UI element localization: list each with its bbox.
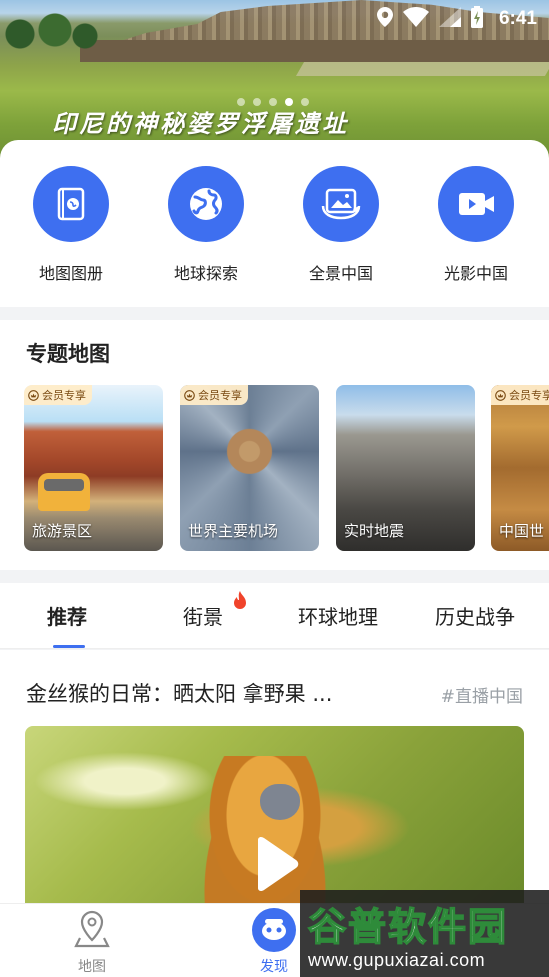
wifi-icon <box>402 7 429 31</box>
quick-action-label: 全景中国 <box>308 264 373 283</box>
crown-icon <box>495 389 506 401</box>
banner-path <box>295 62 549 76</box>
vip-badge-text: 会员专享 <box>42 389 86 402</box>
status-bar: 6:41 <box>376 6 537 32</box>
quick-action-label: 地图图册 <box>38 264 103 283</box>
nav-label: 地图 <box>78 959 106 975</box>
hot-fire-icon <box>232 591 248 615</box>
watermark-logo: 谷普软件园 <box>307 904 509 950</box>
section-title: 专题地图 <box>26 342 110 366</box>
feed-tag[interactable]: #直播中国 <box>441 682 523 707</box>
topic-card-china-heritage[interactable]: 会员专享 中国世 <box>491 385 549 551</box>
quick-action-circle <box>438 166 514 242</box>
atlas-book-icon <box>57 187 85 221</box>
map-pin-icon <box>74 910 110 948</box>
tab-street-view[interactable]: 街景 <box>183 601 223 630</box>
discover-icon <box>252 908 296 952</box>
vip-badge-text: 会员专享 <box>198 389 242 402</box>
topic-card-earthquake[interactable]: 实时地震 <box>336 385 475 551</box>
topic-card-label: 世界主要机场 <box>188 522 279 540</box>
tab-recommend[interactable]: 推荐 <box>47 601 87 630</box>
quick-action-earth[interactable]: 地球探索 <box>156 166 256 284</box>
banner-temple-base <box>80 40 549 62</box>
topic-card-scenic[interactable]: 会员专享 旅游景区 <box>24 385 163 551</box>
status-time: 6:41 <box>498 8 537 29</box>
vip-badge-text: 会员专享 <box>509 389 549 402</box>
quick-action-label: 地球探索 <box>173 264 238 283</box>
quick-action-video[interactable]: 光影中国 <box>426 166 526 284</box>
quick-action-circle <box>33 166 109 242</box>
van-image <box>38 473 90 511</box>
topic-maps-section: 专题地图 会员专享 旅游景区 会员专享 世界主要机场 实时地震 会员专享 中国世 <box>0 320 549 570</box>
banner-trees <box>0 10 100 50</box>
feed-video-thumbnail[interactable] <box>25 726 524 910</box>
quick-action-circle <box>303 166 379 242</box>
battery-charging-icon <box>470 6 483 32</box>
topic-card-label: 中国世 <box>499 522 545 540</box>
play-icon[interactable] <box>254 836 300 896</box>
vip-badge: 会员专享 <box>491 385 549 405</box>
quick-action-circle <box>168 166 244 242</box>
watermark-url: www.gupuxiazai.com <box>308 950 486 970</box>
crown-icon <box>28 389 39 401</box>
vip-badge: 会员专享 <box>24 385 92 405</box>
quick-action-atlas[interactable]: 地图图册 <box>21 166 121 284</box>
monkey-face <box>260 784 300 820</box>
topic-card-label: 旅游景区 <box>32 522 93 540</box>
tab-history-war[interactable]: 历史战争 <box>435 601 515 630</box>
panorama-icon <box>321 188 361 220</box>
topic-card-airports[interactable]: 会员专享 世界主要机场 <box>180 385 319 551</box>
vip-badge: 会员专享 <box>180 385 248 405</box>
app-screen: 印尼的神秘婆罗浮屠遗址 6:41 地图图册 地球探索 全景中国 光影中国 专题地… <box>0 0 549 977</box>
location-icon <box>376 7 393 31</box>
feed-title[interactable]: 金丝猴的日常：晒太阳 拿野果 ... <box>26 678 406 708</box>
quick-action-panorama[interactable]: 全景中国 <box>291 166 391 284</box>
active-tab-indicator <box>53 645 85 648</box>
nav-item-map[interactable]: 地图 <box>52 908 132 976</box>
quick-actions-panel: 地图图册 地球探索 全景中国 光影中国 <box>0 140 549 307</box>
globe-icon <box>190 188 222 220</box>
feed-card[interactable]: 金丝猴的日常：晒太阳 拿野果 ... #直播中国 <box>0 650 549 910</box>
tab-global-geography[interactable]: 环球地理 <box>298 601 378 630</box>
signal-icon <box>438 7 461 31</box>
category-tabs: 推荐 街景 环球地理 历史战争 <box>0 583 549 649</box>
quick-action-label: 光影中国 <box>443 264 508 283</box>
topic-card-label: 实时地震 <box>344 522 405 540</box>
crown-icon <box>184 389 195 401</box>
banner-caption: 印尼的神秘婆罗浮屠遗址 <box>52 109 349 138</box>
watermark: 谷普软件园 www.gupuxiazai.com <box>300 890 549 977</box>
video-camera-icon <box>459 193 494 215</box>
